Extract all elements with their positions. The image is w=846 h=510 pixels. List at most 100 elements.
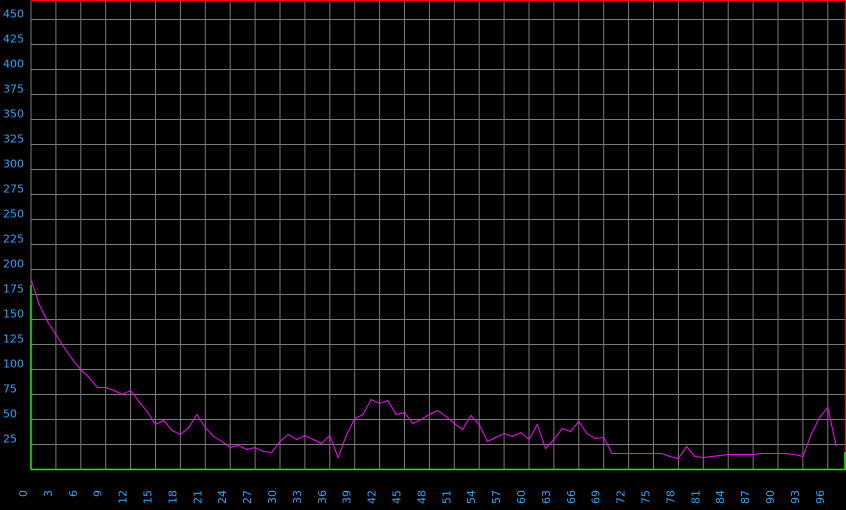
x-tick-label: 63 xyxy=(540,490,553,504)
data-point xyxy=(735,453,738,456)
y-tick-label: 400 xyxy=(3,58,24,71)
x-tick-label: 36 xyxy=(316,490,329,504)
data-point xyxy=(802,455,804,458)
data-point xyxy=(578,420,580,423)
data-point xyxy=(154,423,157,426)
data-point xyxy=(711,455,713,458)
x-tick-label: 72 xyxy=(615,490,628,504)
data-point xyxy=(171,429,173,432)
x-tick-label: 12 xyxy=(117,490,130,504)
data-point xyxy=(320,442,323,445)
x-tick-label: 48 xyxy=(415,490,428,504)
data-point xyxy=(603,436,605,439)
data-point xyxy=(221,440,223,443)
data-point xyxy=(188,426,190,429)
x-tick-label: 39 xyxy=(341,490,354,504)
y-tick-label: 425 xyxy=(3,33,24,46)
data-point xyxy=(387,399,389,402)
data-point xyxy=(403,411,406,414)
x-tick-label: 51 xyxy=(440,490,453,504)
data-point xyxy=(561,427,563,430)
data-point xyxy=(179,433,181,436)
data-point xyxy=(545,447,547,450)
x-tick-label: 87 xyxy=(739,490,752,504)
data-point xyxy=(586,432,588,435)
y-tick-label: 25 xyxy=(3,433,17,446)
data-point xyxy=(279,440,281,443)
data-point xyxy=(511,435,513,438)
y-tick-label: 300 xyxy=(3,158,24,171)
data-point xyxy=(287,433,289,436)
x-tick-label: 24 xyxy=(216,490,229,504)
data-point xyxy=(47,320,49,323)
x-tick-label: 18 xyxy=(166,490,179,504)
y-tick-label: 100 xyxy=(3,358,24,371)
x-tick-label: 33 xyxy=(291,490,304,504)
data-point xyxy=(727,453,729,456)
x-tick-label: 0 xyxy=(17,490,30,497)
data-point xyxy=(312,438,314,441)
x-tick-label: 45 xyxy=(391,490,404,504)
y-tick-label: 325 xyxy=(3,133,24,146)
data-point xyxy=(229,446,231,449)
x-tick-label: 96 xyxy=(814,490,827,504)
data-point xyxy=(412,422,414,425)
data-point xyxy=(453,422,455,425)
data-point xyxy=(445,415,447,418)
data-point xyxy=(130,389,132,392)
data-point xyxy=(345,434,347,437)
x-tick-label: 42 xyxy=(366,490,379,504)
x-tick-label: 9 xyxy=(92,490,105,497)
data-point xyxy=(777,452,779,455)
data-point xyxy=(38,303,40,306)
data-point xyxy=(138,400,140,403)
data-point xyxy=(569,430,572,433)
data-point xyxy=(719,454,721,457)
data-point xyxy=(395,413,397,416)
data-point xyxy=(271,451,273,454)
data-point xyxy=(329,434,331,437)
data-point xyxy=(254,446,256,449)
data-point xyxy=(304,434,306,437)
data-point xyxy=(71,358,74,361)
data-point xyxy=(686,445,688,448)
y-tick-label: 225 xyxy=(3,233,24,246)
data-point xyxy=(677,457,680,460)
data-point xyxy=(744,453,746,456)
data-point xyxy=(96,386,98,389)
data-point xyxy=(644,452,646,455)
data-point xyxy=(818,416,821,419)
x-tick-label: 66 xyxy=(565,490,578,504)
y-tick-label: 350 xyxy=(3,108,24,121)
data-point xyxy=(827,406,829,409)
data-point xyxy=(354,417,356,420)
line-chart: 2550751001251501752002252502753003253503… xyxy=(0,0,846,505)
data-point xyxy=(88,376,90,379)
data-point xyxy=(619,452,621,455)
data-point xyxy=(628,452,630,455)
data-point xyxy=(478,423,480,426)
data-point xyxy=(420,418,422,421)
data-point xyxy=(594,437,597,440)
x-tick-label: 27 xyxy=(241,490,254,504)
data-point xyxy=(337,456,339,459)
y-tick-label: 250 xyxy=(3,208,24,221)
x-tick-label: 15 xyxy=(142,490,155,504)
data-point xyxy=(80,368,82,371)
data-point xyxy=(835,444,837,447)
data-point xyxy=(428,413,430,416)
x-tick-label: 84 xyxy=(714,490,727,504)
data-point xyxy=(661,452,663,455)
data-point xyxy=(636,452,638,455)
x-tick-label: 78 xyxy=(664,490,677,504)
y-tick-label: 450 xyxy=(3,8,24,21)
x-tick-label: 6 xyxy=(67,490,80,497)
y-tick-label: 275 xyxy=(3,183,24,196)
data-point xyxy=(503,432,505,435)
data-point xyxy=(652,452,655,455)
x-tick-label: 54 xyxy=(465,490,478,504)
data-point xyxy=(262,450,264,453)
y-tick-label: 375 xyxy=(3,83,24,96)
data-point xyxy=(379,402,381,405)
data-point xyxy=(30,278,32,281)
